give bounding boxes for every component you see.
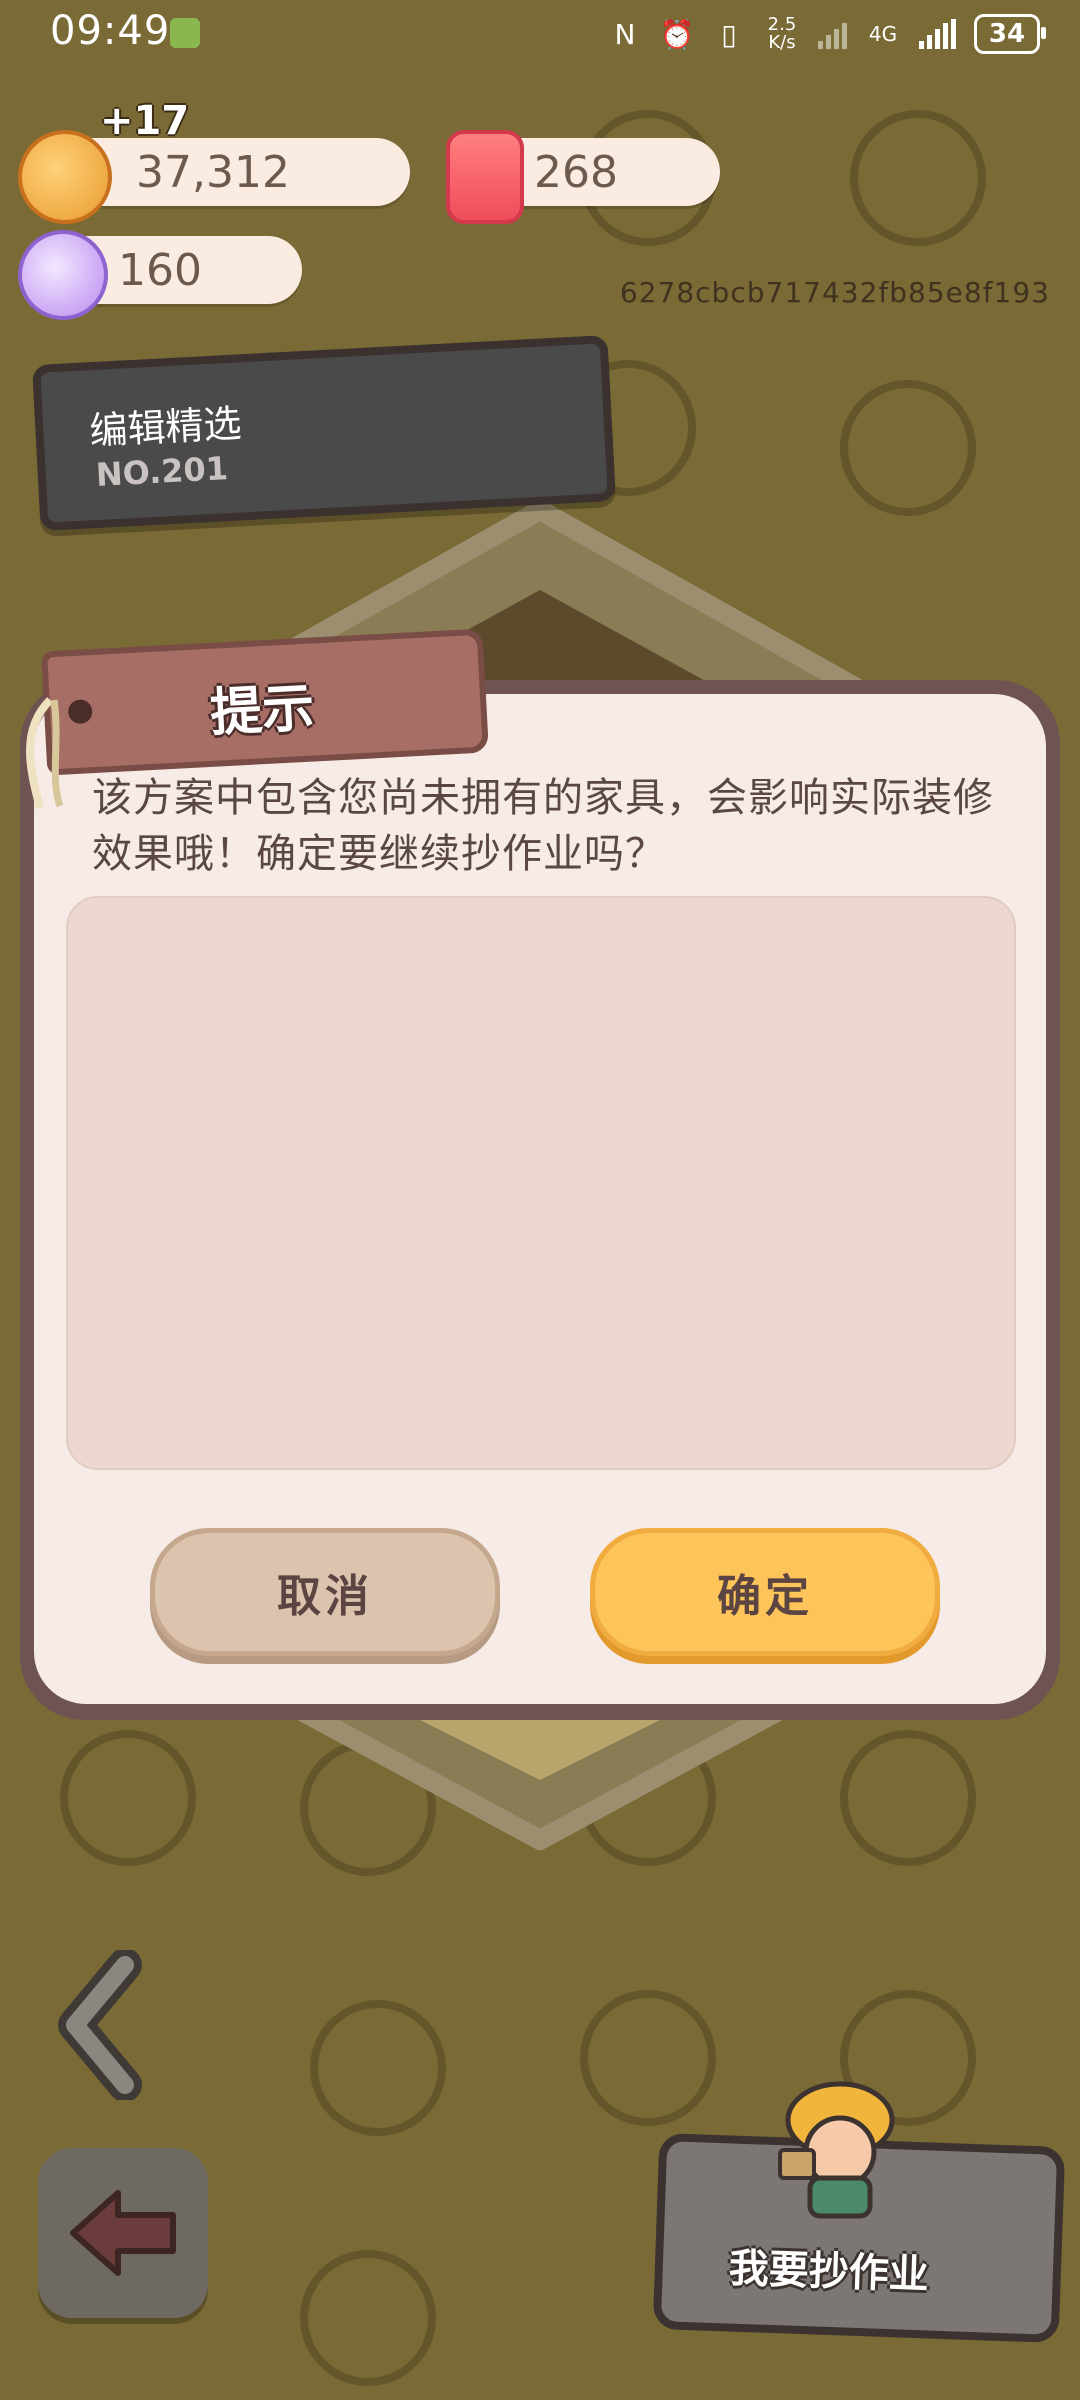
dialog-message: 该方案中包含您尚未拥有的家具，会影响实际装修效果哦！确定要继续抄作业吗？: [92, 775, 994, 877]
candy-icon: [18, 230, 108, 320]
rope-icon: [26, 697, 64, 810]
apple-doodle-icon: [840, 380, 976, 516]
arrow-left-icon: [70, 2190, 176, 2276]
cancel-button[interactable]: 取消: [150, 1528, 500, 1656]
dialog-content-area: [66, 896, 1016, 1470]
user-id: 6278cbcb717432fb85e8f193: [619, 276, 1050, 309]
drink-doodle-icon: [850, 110, 986, 246]
coins-value: 37,312: [136, 146, 290, 198]
candles-value: 268: [534, 146, 618, 198]
copy-homework-label: 我要抄作业: [728, 2245, 930, 2299]
alarm-icon: ⏰: [659, 17, 695, 51]
cell-signal-icon: [919, 19, 956, 49]
candle-icon: [446, 130, 524, 224]
editor-pick-title: 编辑精选: [88, 401, 243, 454]
status-bar: 09:49 N ⏰ ▯ 2.5 K/s 4G 34: [0, 0, 1080, 66]
editor-pick-tag: 编辑精选 NO.201: [32, 335, 616, 531]
editor-pick-number: NO.201: [94, 449, 229, 494]
chevron-left-icon[interactable]: [55, 1950, 145, 2100]
bunny-doodle-icon: [580, 1990, 716, 2126]
nfc-icon: N: [614, 17, 636, 51]
clock: 09:49: [50, 8, 171, 54]
flower-doodle-icon: [310, 2000, 446, 2136]
back-button[interactable]: [38, 2148, 208, 2318]
network-type: 4G: [868, 22, 898, 46]
network-speed: 2.5 K/s: [764, 16, 800, 52]
app-notification-icon: [170, 18, 200, 48]
network-speed-unit: K/s: [768, 32, 796, 53]
battery-indicator: 34: [974, 14, 1046, 54]
candy-value: 160: [118, 244, 202, 296]
cookie-coin-icon: [18, 130, 112, 224]
builder-avatar-icon: [778, 2081, 895, 2219]
tag-hole-icon: [67, 699, 93, 725]
confirm-button[interactable]: 确定: [590, 1528, 940, 1656]
vibrate-icon: ▯: [721, 17, 737, 51]
wifi-signal-icon: [818, 19, 847, 49]
dialog-title: 提示: [208, 678, 316, 744]
cup-doodle-icon: [300, 2250, 436, 2386]
